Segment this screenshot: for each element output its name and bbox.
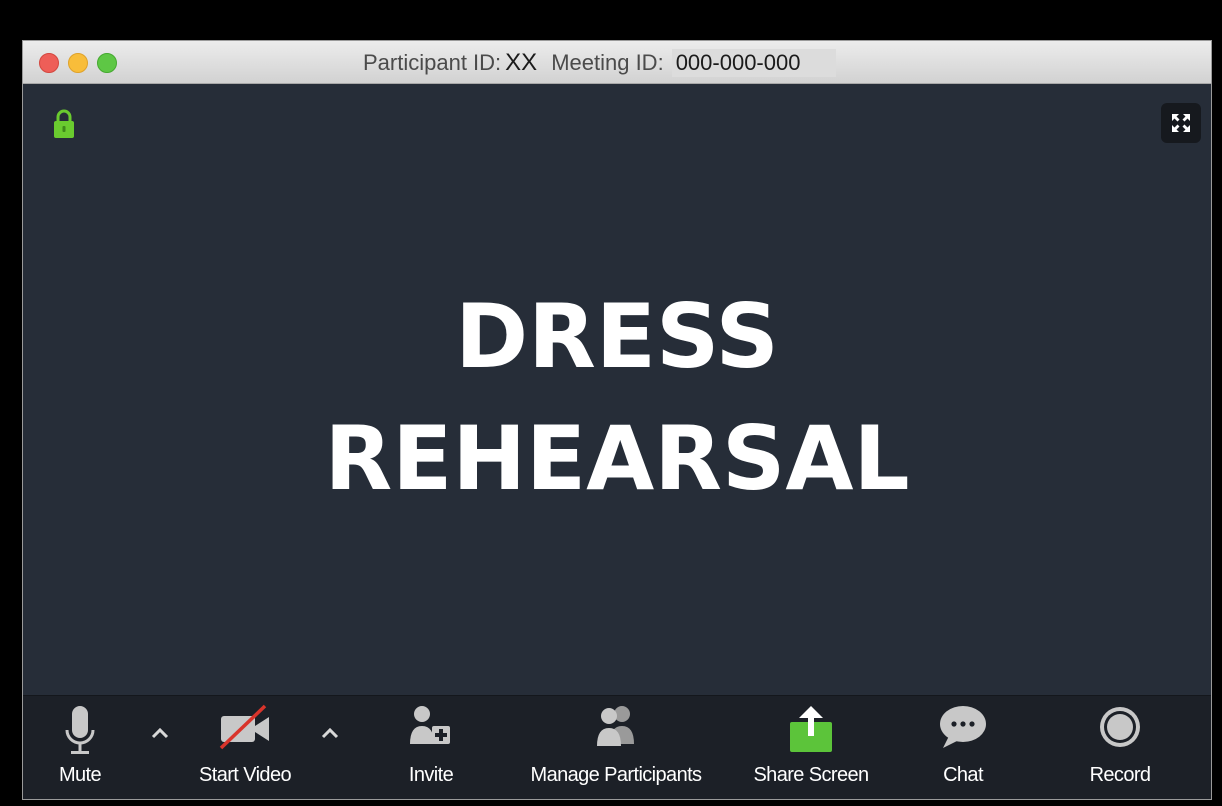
- invite-button[interactable]: Invite: [391, 696, 471, 799]
- microphone-icon: [65, 706, 95, 754]
- chat-label: Chat: [943, 764, 983, 786]
- chat-button[interactable]: Chat: [923, 696, 1003, 799]
- fullscreen-icon: [1172, 114, 1190, 132]
- share-screen-button[interactable]: Share Screen: [739, 696, 883, 799]
- meeting-id-value: 000-000-000: [671, 49, 837, 77]
- start-video-button[interactable]: Start Video: [183, 696, 307, 799]
- mute-button[interactable]: Mute: [45, 696, 115, 799]
- record-icon: [1100, 707, 1140, 747]
- invite-user-icon: [410, 706, 450, 744]
- maximize-window-button[interactable]: [97, 53, 117, 73]
- close-window-button[interactable]: [39, 53, 59, 73]
- chat-bubble-icon: [940, 706, 986, 748]
- participant-id-value: XX: [505, 49, 538, 76]
- record-label: Record: [1089, 764, 1151, 786]
- mute-label: Mute: [58, 764, 102, 786]
- window-title: Participant ID: XX Meeting ID: 000-000-000: [363, 49, 837, 77]
- meeting-window: Participant ID: XX Meeting ID: 000-000-000 …: [22, 40, 1212, 800]
- invite-label: Invite: [408, 764, 454, 786]
- manage-participants-label: Manage Participants: [530, 764, 703, 786]
- video-off-icon: [219, 704, 269, 750]
- start-video-label: Start Video: [199, 764, 292, 786]
- audio-options-chevron-icon[interactable]: [149, 724, 171, 742]
- participants-icon: [597, 706, 634, 746]
- fullscreen-button[interactable]: [1161, 103, 1201, 143]
- meeting-toolbar: Mute Start Video Invite Manage Participa…: [23, 695, 1211, 799]
- title-bar: Participant ID: XX Meeting ID: 000-000-000: [23, 41, 1211, 84]
- share-screen-icon: [790, 706, 832, 752]
- minimize-window-button[interactable]: [68, 53, 88, 73]
- share-screen-label: Share Screen: [753, 764, 869, 786]
- record-button[interactable]: Record: [1075, 696, 1165, 799]
- main-title-line-2: REHEARSAL: [324, 407, 910, 510]
- lock-icon[interactable]: [53, 109, 75, 139]
- main-title-line-1: DRESS: [455, 285, 779, 388]
- video-options-chevron-icon[interactable]: [319, 724, 341, 742]
- meeting-id-label: Meeting ID:: [551, 50, 664, 75]
- participant-id-label: Participant ID:: [363, 50, 502, 75]
- manage-participants-button[interactable]: Manage Participants: [509, 696, 723, 799]
